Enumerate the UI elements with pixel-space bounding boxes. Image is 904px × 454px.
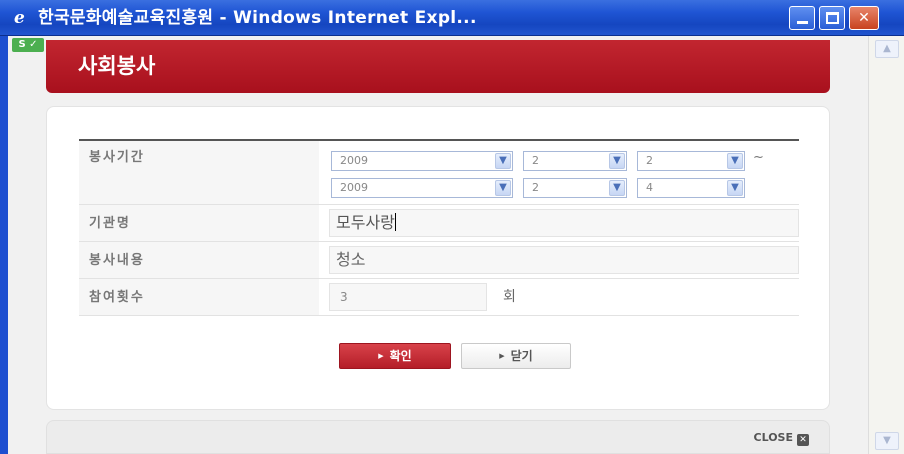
minimize-button[interactable]	[789, 6, 815, 30]
end-year-value: 2009	[340, 181, 368, 194]
count-unit: 회	[503, 289, 516, 305]
end-month-select[interactable]: 2 ▼	[523, 178, 627, 198]
chevron-down-icon: ▼	[883, 435, 891, 446]
confirm-button[interactable]: ▶ 확인	[339, 343, 451, 369]
institution-row: 기관명 모두사랑	[79, 205, 799, 242]
popup-footer: CLOSE ✕	[46, 420, 830, 454]
end-year-select[interactable]: 2009 ▼	[331, 178, 513, 198]
form-card: 봉사기간 2009 ▼ 2 ▼ 2 ▼ ~ 2009 ▼ 2 ▼ 4 ▼ 기관명…	[46, 106, 830, 410]
end-month-value: 2	[532, 181, 539, 194]
text-cursor	[394, 213, 396, 231]
count-value: 3	[340, 290, 348, 304]
content-input[interactable]: 청소	[329, 246, 799, 274]
footer-close-label: CLOSE	[753, 431, 793, 444]
page-title: 사회봉사	[78, 54, 156, 78]
chevron-down-icon: ▼	[495, 180, 511, 196]
confirm-label: 확인	[389, 349, 412, 363]
count-input[interactable]: 3	[329, 283, 487, 311]
chevron-down-icon: ▼	[609, 180, 625, 196]
start-year-select[interactable]: 2009 ▼	[331, 151, 513, 171]
period-label: 봉사기간	[79, 141, 319, 204]
window-titlebar[interactable]: e 한국문화예술교육진흥원 - Windows Internet Expl...…	[0, 0, 904, 36]
chevron-down-icon: ▼	[495, 153, 511, 169]
bullet-icon: ▶	[499, 352, 505, 360]
end-day-select[interactable]: 4 ▼	[637, 178, 745, 198]
period-separator: ~	[753, 150, 764, 165]
window-close-button[interactable]: ✕	[849, 6, 879, 30]
count-label: 참여횟수	[79, 279, 319, 315]
start-day-value: 2	[646, 154, 653, 167]
sv-badge[interactable]: S ✓	[12, 38, 44, 52]
institution-label: 기관명	[79, 205, 319, 241]
ie-logo-icon: e	[14, 8, 25, 28]
start-month-select[interactable]: 2 ▼	[523, 151, 627, 171]
institution-input[interactable]: 모두사랑	[329, 209, 799, 237]
close-label: 닫기	[510, 349, 533, 363]
chevron-down-icon: ▼	[609, 153, 625, 169]
content-value: 청소	[336, 250, 366, 269]
chevron-up-icon: ▲	[883, 43, 891, 54]
maximize-button[interactable]	[819, 6, 845, 30]
chevron-down-icon: ▼	[727, 153, 743, 169]
page-header: 사회봉사	[46, 40, 830, 93]
chevron-down-icon: ▼	[727, 180, 743, 196]
x-icon: ✕	[797, 434, 809, 446]
start-day-select[interactable]: 2 ▼	[637, 151, 745, 171]
minimize-icon	[797, 21, 808, 24]
form-table: 봉사기간 2009 ▼ 2 ▼ 2 ▼ ~ 2009 ▼ 2 ▼ 4 ▼ 기관명…	[79, 139, 799, 316]
content-label: 봉사내용	[79, 242, 319, 278]
start-month-value: 2	[532, 154, 539, 167]
scroll-up-button[interactable]: ▲	[875, 40, 899, 58]
footer-close-button[interactable]: CLOSE ✕	[754, 431, 809, 446]
vertical-scrollbar[interactable]: ▲ ▼	[868, 36, 904, 454]
end-day-value: 4	[646, 181, 653, 194]
institution-value: 모두사랑	[336, 213, 395, 232]
start-year-value: 2009	[340, 154, 368, 167]
window-title: 한국문화예술교육진흥원 - Windows Internet Expl...	[38, 8, 477, 28]
scroll-down-button[interactable]: ▼	[875, 432, 899, 450]
content-row: 봉사내용 청소	[79, 242, 799, 279]
close-icon: ✕	[858, 10, 870, 26]
maximize-icon	[826, 12, 839, 24]
close-button[interactable]: ▶ 닫기	[461, 343, 571, 369]
count-row: 참여횟수 3 회	[79, 279, 799, 316]
window-frame-left	[0, 36, 8, 454]
bullet-icon: ▶	[378, 352, 384, 360]
period-row: 봉사기간 2009 ▼ 2 ▼ 2 ▼ ~ 2009 ▼ 2 ▼ 4 ▼	[79, 141, 799, 205]
